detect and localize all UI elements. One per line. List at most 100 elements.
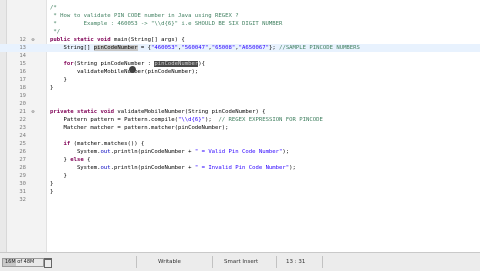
line-number: 17 xyxy=(19,77,26,83)
line-number: 26 xyxy=(19,149,26,155)
line-number: 32 xyxy=(19,197,26,203)
code-token: compile xyxy=(151,117,175,123)
code-text: } xyxy=(50,84,53,92)
code-line[interactable]: * Example : 460053 -> "\\d{6}" i.e SHOUL… xyxy=(0,20,480,28)
code-token: public static xyxy=(50,37,98,43)
line-number: 14 xyxy=(19,53,26,59)
code-token: out xyxy=(100,165,111,171)
code-text: } xyxy=(50,188,53,196)
garbage-collect-icon[interactable] xyxy=(44,258,52,268)
line-number: 23 xyxy=(19,125,26,131)
code-text: /* xyxy=(50,4,57,12)
cursor-position-status: 13 : 31 xyxy=(286,259,306,265)
code-token: (matcher.matches()) { xyxy=(70,141,145,147)
line-number: 29 xyxy=(19,173,26,179)
code-line[interactable]: 23 Matcher matcher = pattern.matcher(pin… xyxy=(0,124,480,132)
code-line[interactable]: 16 validateMobileNumber(pinCodeNumber); xyxy=(0,68,480,76)
fold-toggle-icon[interactable]: ⊖ xyxy=(30,37,36,43)
mouse-cursor-icon xyxy=(129,66,136,73)
code-token: System. xyxy=(50,149,101,155)
code-line[interactable]: 32 xyxy=(0,196,480,204)
code-line[interactable]: */ xyxy=(0,28,480,36)
code-token: "A650067" xyxy=(238,45,269,51)
code-token: for xyxy=(63,61,74,67)
code-line[interactable]: 18} xyxy=(0,84,480,92)
code-line[interactable]: 12 ⊖ public static void main(String[] args… xyxy=(0,36,480,44)
code-token: } xyxy=(50,189,54,195)
line-number: 22 xyxy=(19,117,26,123)
code-token: ); xyxy=(289,165,296,171)
code-token: "\\d{6}" xyxy=(178,117,205,123)
code-text: } xyxy=(50,180,53,188)
code-text: Matcher matcher = pattern.matcher(pinCod… xyxy=(50,124,229,132)
code-text: if (matcher.matches()) { xyxy=(50,140,144,148)
code-line[interactable]: 27 } else { xyxy=(0,156,480,164)
code-token: Matcher matcher = pattern.matcher(pinCod… xyxy=(50,125,229,131)
code-line[interactable]: 31} xyxy=(0,188,480,196)
code-token: //SAMPLE PINCODE NUMBERS xyxy=(279,45,360,51)
code-line[interactable]: 17 } xyxy=(0,76,480,84)
code-token: } xyxy=(50,85,54,91)
line-number: 16 xyxy=(19,69,26,75)
line-number: 13 xyxy=(19,45,26,51)
code-text: */ xyxy=(50,28,60,36)
code-line[interactable]: 19 xyxy=(0,92,480,100)
code-token: private xyxy=(50,109,77,115)
code-text: validateMobileNumber(pinCodeNumber); xyxy=(50,68,198,76)
code-line[interactable]: 22 Pattern pattern = Pattern.compile("\\… xyxy=(0,116,480,124)
code-token: ); xyxy=(204,117,219,123)
code-token: "460053" xyxy=(151,45,178,51)
code-text: * How to validate PIN CODE number in Jav… xyxy=(50,12,239,20)
code-line[interactable]: 25 if (matcher.matches()) { xyxy=(0,140,480,148)
code-token: } xyxy=(50,157,71,163)
code-line[interactable]: * How to validate PIN CODE number in Jav… xyxy=(0,12,480,20)
code-line[interactable]: 14 xyxy=(0,52,480,60)
status-separator xyxy=(212,256,213,268)
writable-status: Writable xyxy=(158,259,181,265)
status-bar: 16M of 48M Writable Smart Insert 13 : 31 xyxy=(0,252,480,271)
code-token: /* xyxy=(50,5,57,11)
code-token: " = Valid Pin Code Number" xyxy=(194,149,283,155)
code-token: } xyxy=(50,181,54,187)
code-text: String[] pinCodeNumber = {"460053","5600… xyxy=(50,44,360,52)
code-text: for(String pinCodeNumber : pinCodeNumber… xyxy=(50,60,205,68)
code-editor[interactable]: /* * How to validate PIN CODE number in … xyxy=(0,0,480,252)
line-number: 18 xyxy=(19,85,26,91)
code-token: String[] xyxy=(50,45,94,51)
code-line[interactable]: 29 } xyxy=(0,172,480,180)
code-token: void xyxy=(100,109,118,115)
code-line[interactable]: 20 xyxy=(0,100,480,108)
code-token: ){ xyxy=(198,61,205,67)
code-token: ); xyxy=(282,149,290,155)
status-separator xyxy=(322,256,323,268)
code-line[interactable] xyxy=(0,204,480,212)
code-line[interactable]: 24 xyxy=(0,132,480,140)
code-line[interactable]: /* xyxy=(0,4,480,12)
code-line[interactable]: 26 System.out.println(pinCodeNumber + " … xyxy=(0,148,480,156)
code-line[interactable]: 28 System.out.println(pinCodeNumber + " … xyxy=(0,164,480,172)
code-line[interactable]: 13 String[] pinCodeNumber = {"460053","5… xyxy=(0,44,480,52)
code-line[interactable]: 15 for(String pinCodeNumber : pinCodeNum… xyxy=(0,60,480,68)
code-text: System.out.println(pinCodeNumber + " = I… xyxy=(50,164,296,172)
line-number: 30 xyxy=(19,181,26,187)
status-separator xyxy=(276,256,277,268)
code-text: * Example : 460053 -> "\\d{6}" i.e SHOUL… xyxy=(50,20,282,28)
code-line[interactable]: 30} xyxy=(0,180,480,188)
code-token: { xyxy=(83,157,91,163)
code-text: private static void validateMobileNumber… xyxy=(50,108,266,116)
code-token: (String pinCodeNumber : xyxy=(73,61,155,67)
line-number: 20 xyxy=(19,101,26,107)
code-token: void xyxy=(97,37,114,43)
code-token: * How to validate PIN CODE number in Jav… xyxy=(50,13,239,19)
code-text: } else { xyxy=(50,156,90,164)
heap-memory-monitor[interactable]: 16M of 48M xyxy=(2,258,44,267)
code-line[interactable]: 21 ⊖ private static void validateMobileNum… xyxy=(0,108,480,116)
code-token: "65008" xyxy=(211,45,236,51)
code-token: .println(pinCodeNumber + xyxy=(110,149,195,155)
line-number: 25 xyxy=(19,141,26,147)
code-text: public static void main(String[] args) { xyxy=(50,36,185,44)
code-token: static xyxy=(76,109,101,115)
fold-toggle-icon[interactable]: ⊖ xyxy=(30,109,36,115)
line-number: 28 xyxy=(19,165,26,171)
